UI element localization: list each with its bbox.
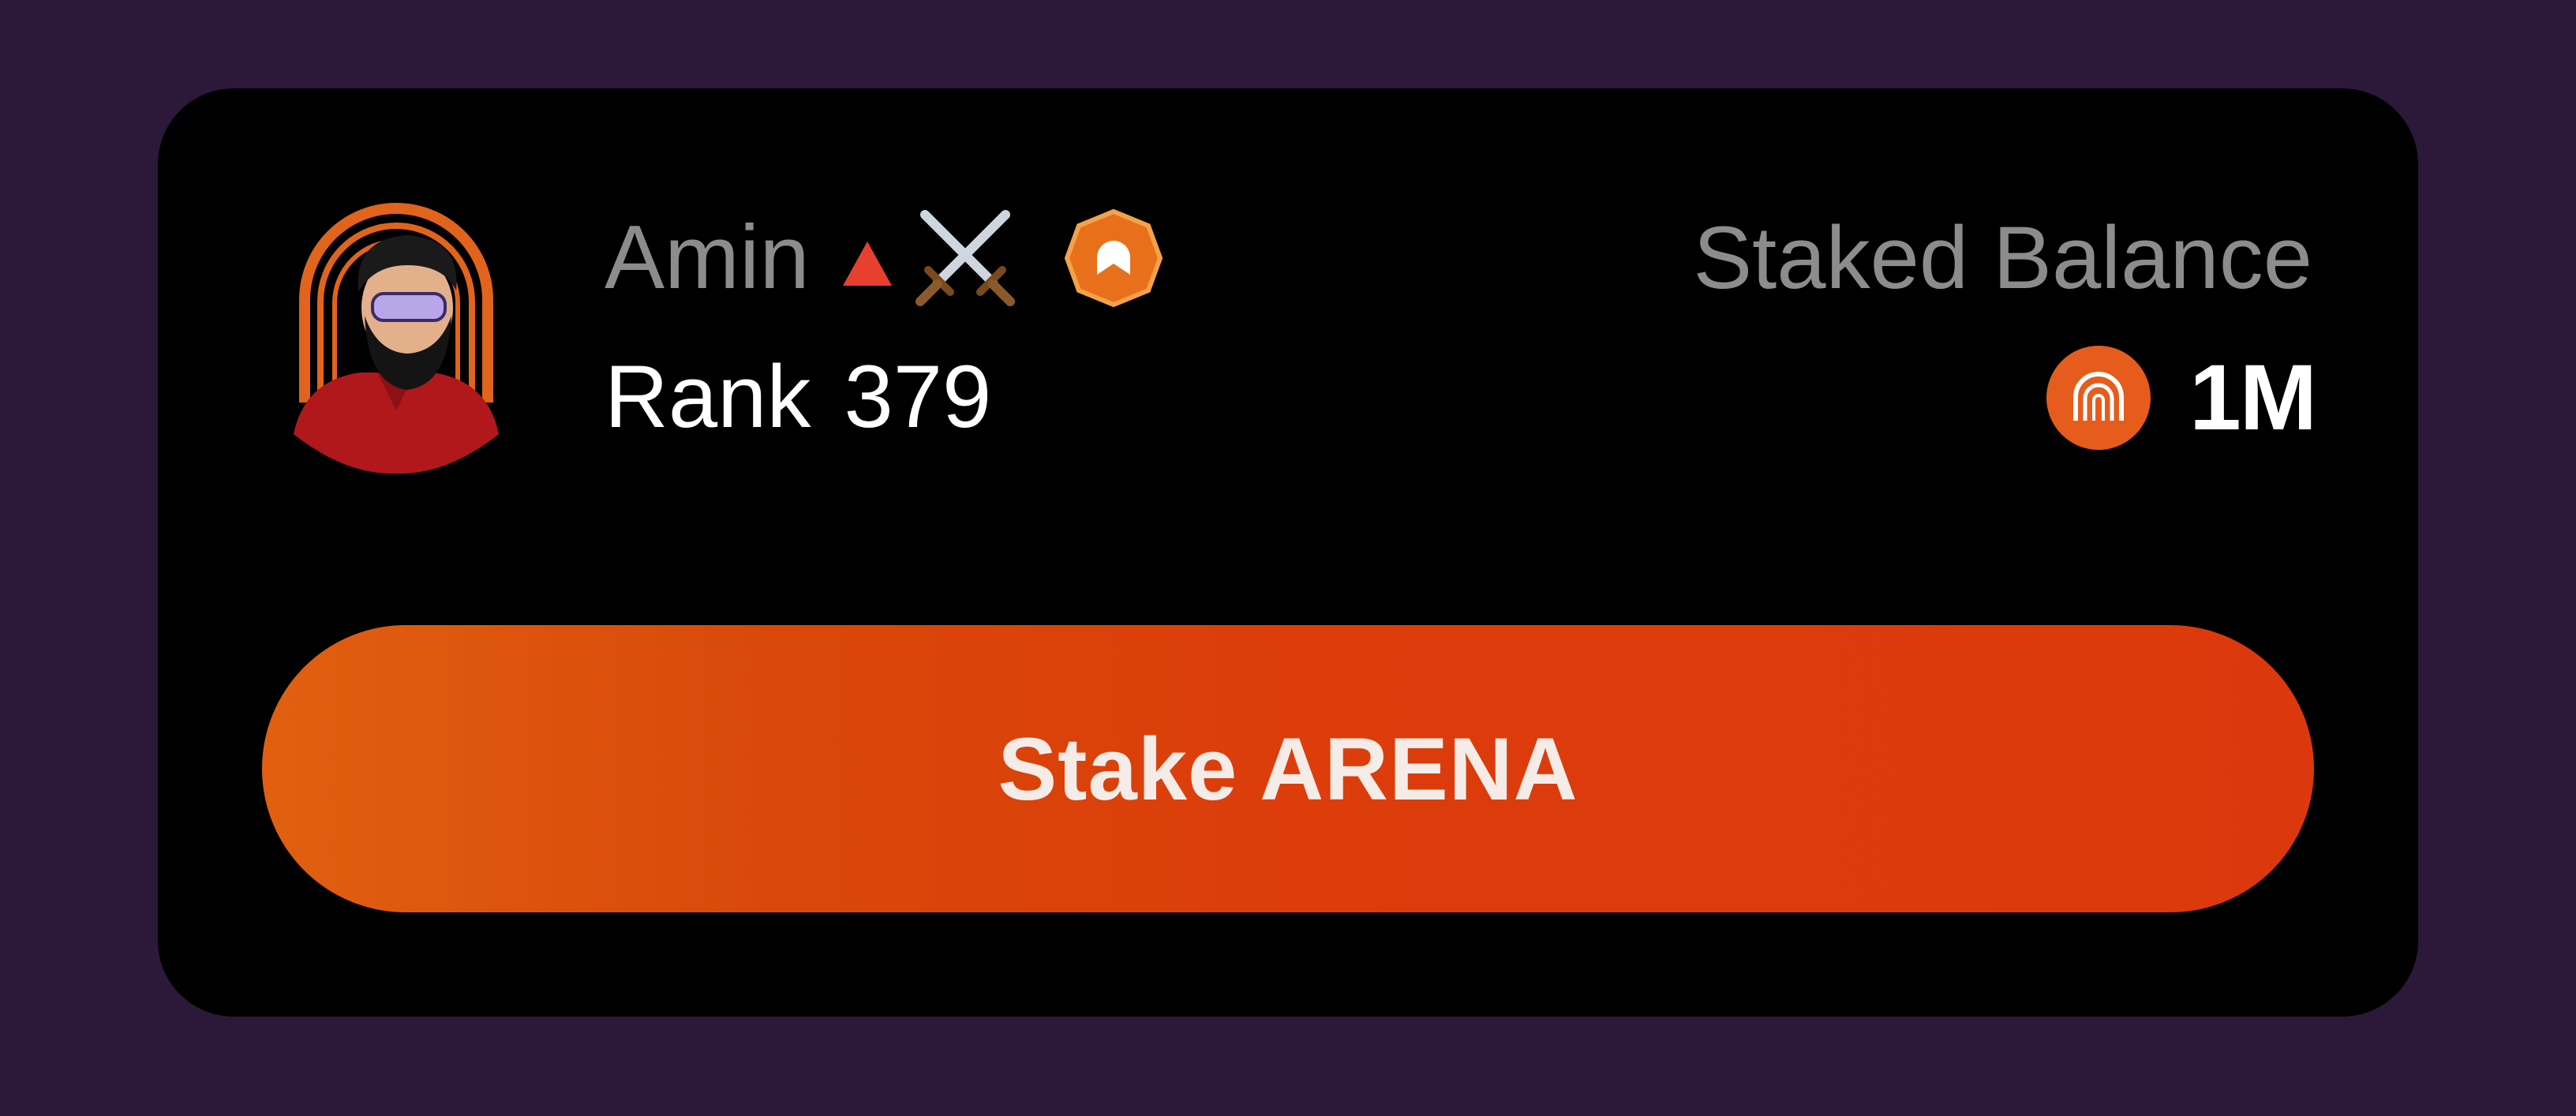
rank-row: Rank 379 [605, 346, 991, 448]
trend-up-icon [841, 240, 893, 287]
arena-badge-icon [1064, 208, 1163, 308]
rank-value: 379 [844, 347, 992, 446]
avatar[interactable] [289, 197, 504, 474]
staked-balance-value: 1M [2189, 346, 2317, 450]
staking-card: Amin Rank 379 Staked Balance 1M Stake AR… [158, 88, 2418, 1017]
arena-token-icon [2046, 345, 2151, 451]
crossed-swords-icon [911, 204, 1020, 313]
staked-balance-label: Staked Balance [1693, 208, 2312, 307]
user-name: Amin [605, 208, 810, 308]
user-name-row: Amin [605, 207, 1163, 309]
staked-balance-row: 1M [2046, 343, 2317, 453]
rank-label: Rank [605, 347, 811, 446]
avatar-portrait-icon [294, 203, 499, 474]
stake-arena-button[interactable]: Stake ARENA [262, 625, 2314, 912]
